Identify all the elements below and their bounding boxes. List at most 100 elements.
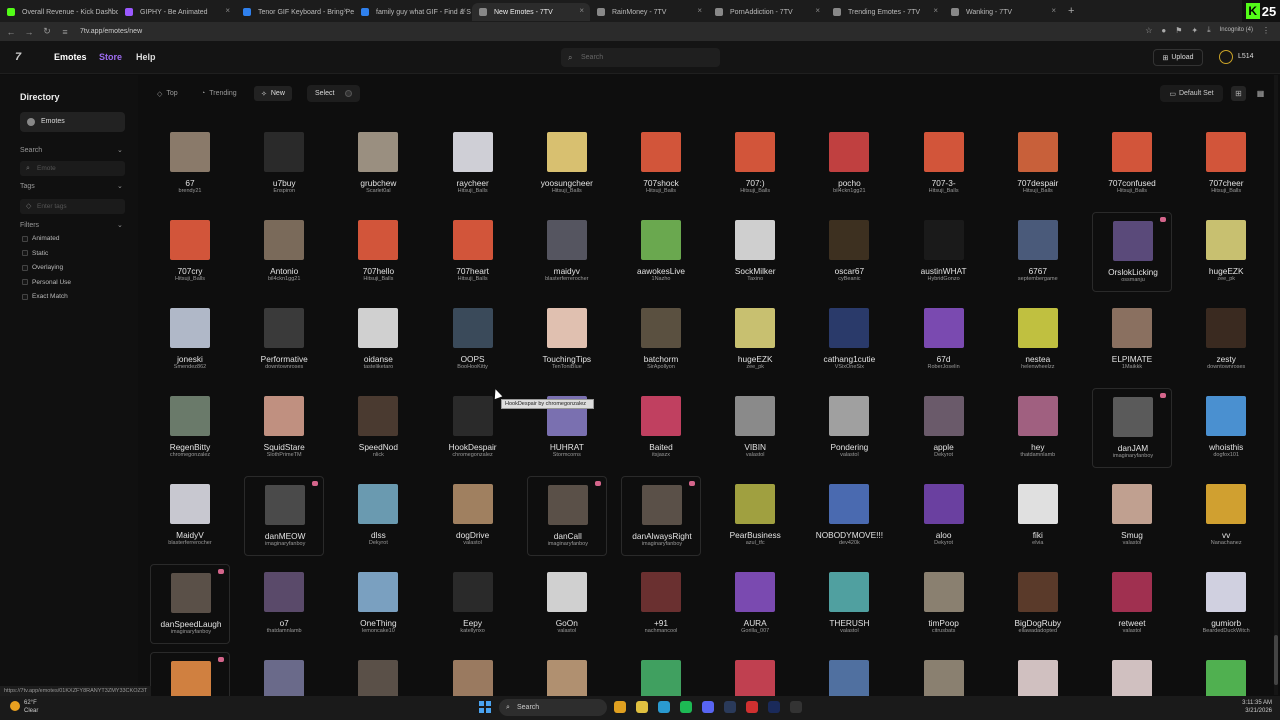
site-info-icon[interactable]: ≡ (58, 27, 72, 37)
emote-author[interactable]: azul_tfc (709, 540, 801, 546)
emote-author[interactable]: Hitsuji_Balls (709, 188, 801, 194)
photoshop-icon[interactable] (768, 701, 780, 713)
steam-icon[interactable] (724, 701, 736, 713)
7tv-logo[interactable]: 7 (15, 51, 21, 63)
nav-emotes[interactable]: Emotes (54, 52, 87, 62)
nav-store[interactable]: Store (99, 52, 122, 62)
browser-tab[interactable]: PornAddiction - 7TV × (708, 3, 826, 21)
sort-new-button[interactable]: ✧ New (254, 86, 292, 101)
browser-tab[interactable]: New Emotes - 7TV × (472, 3, 590, 21)
emote-card[interactable]: VIBIN valastol (715, 388, 795, 468)
emote-author[interactable]: nlick (332, 452, 424, 458)
emote-card[interactable]: Pondering valastol (809, 388, 889, 468)
emote-card[interactable]: danSpeedLaugh imaginaryfanboy (150, 564, 230, 644)
emote-author[interactable]: HybridGonzo (898, 276, 990, 282)
emote-card[interactable]: 707:) Hitsuji_Balls (715, 124, 795, 204)
emote-card[interactable]: 707confused Hitsuji_Balls (1092, 124, 1172, 204)
emote-card[interactable]: OrslokLicking ossmanju (1092, 212, 1172, 292)
emote-card[interactable]: TouchingTips TenToniBlue (527, 300, 607, 380)
emote-author[interactable]: Hitsuji_Balls (521, 188, 613, 194)
emote-author[interactable]: dev420k (803, 540, 895, 546)
emote-card[interactable]: MaidyV blasterferrerocher (150, 476, 230, 556)
emote-card[interactable]: ELPIMATE 1Maikkk (1092, 300, 1172, 380)
emote-card[interactable]: pocho bil4ckn1gg21 (809, 124, 889, 204)
emote-author[interactable]: chromegonzalez (150, 452, 236, 458)
bookmark-star-icon[interactable]: ☆ (1145, 26, 1152, 35)
emote-card[interactable]: Smug valastol (1092, 476, 1172, 556)
emote-card[interactable]: AURA Gorilla_007 (715, 564, 795, 644)
grid-view-button[interactable]: ⊞ (1231, 86, 1246, 101)
emote-card[interactable]: whoisthis dogfox101 (1186, 388, 1266, 468)
back-icon[interactable]: ← (4, 27, 18, 37)
emote-author[interactable]: imaginaryfanboy (1087, 453, 1179, 459)
emote-card[interactable]: hugeEZK zee_pk (715, 300, 795, 380)
emote-card[interactable]: aloo Dekyrot (904, 476, 984, 556)
emote-author[interactable]: RoberJoselin (898, 364, 990, 370)
emote-card[interactable]: Performative downtownroses (244, 300, 324, 380)
emote-author[interactable]: ellawadadopted (992, 628, 1084, 634)
menu-icon[interactable]: ⋮ (1262, 26, 1270, 35)
browser-tab[interactable]: GIPHY - Be Animated × (118, 3, 236, 21)
emote-author[interactable]: blasterferrerocher (150, 540, 236, 546)
taskbar-search[interactable]: ⌕ Search (499, 699, 607, 716)
emote-card[interactable]: 707-3- Hitsuji_Balls (904, 124, 984, 204)
nav-help[interactable]: Help (136, 52, 156, 62)
emote-author[interactable]: tasteliketaro (332, 364, 424, 370)
emote-card[interactable]: gumiorb BeardedDuckWitch (1186, 564, 1266, 644)
emote-card[interactable]: THERUSH valastol (809, 564, 889, 644)
emote-card[interactable]: GoOn valastol (527, 564, 607, 644)
emote-card[interactable]: 67 brendy21 (150, 124, 230, 204)
emote-card[interactable]: raycheer Hitsuji_Balls (433, 124, 513, 204)
emote-card[interactable]: hey thatdamnlamb (998, 388, 1078, 468)
emote-author[interactable]: helenwheelzz (992, 364, 1084, 370)
emote-card[interactable]: 6767 septembergame (998, 212, 1078, 292)
incognito-label[interactable]: Incognito (4) (1220, 27, 1253, 33)
emote-card[interactable] (809, 652, 889, 696)
emote-card[interactable] (433, 652, 513, 696)
emote-author[interactable]: downtownroses (238, 364, 330, 370)
emote-author[interactable]: Enspiron (238, 188, 330, 194)
url-field[interactable]: 7tv.app/emotes/new (80, 28, 142, 35)
emote-card[interactable]: austinWHAT HybridGonzo (904, 212, 984, 292)
emote-card[interactable]: retweet valastol (1092, 564, 1172, 644)
close-tab-icon[interactable]: × (225, 6, 230, 15)
emote-author[interactable]: citrusbats (898, 628, 990, 634)
emote-author[interactable]: nachmancool (615, 628, 707, 634)
emote-author[interactable]: Nanachanez (1180, 540, 1272, 546)
emote-author[interactable]: downtownroses (1180, 364, 1272, 370)
emote-author[interactable]: 1Nazho (615, 276, 707, 282)
emote-author[interactable]: Hitsuji_Balls (150, 276, 236, 282)
user-name[interactable]: L514 (1238, 53, 1254, 60)
emote-author[interactable]: zee_pk (709, 364, 801, 370)
chrome-icon[interactable] (614, 701, 626, 713)
emote-author[interactable]: ossmanju (1087, 277, 1179, 283)
filter-checkbox[interactable]: Exact Match (22, 293, 68, 300)
close-tab-icon[interactable]: × (461, 6, 466, 15)
emote-card[interactable]: RegenBitty chromegonzalez (150, 388, 230, 468)
emote-card[interactable] (1092, 652, 1172, 696)
emote-card[interactable]: Baited itsjaszx (621, 388, 701, 468)
emote-author[interactable]: valastol (521, 628, 613, 634)
browser-tab[interactable]: Tenor GIF Keyboard - Bring Per × (236, 3, 354, 21)
emote-author[interactable]: cyBeanic (803, 276, 895, 282)
close-tab-icon[interactable]: × (933, 6, 938, 15)
emote-author[interactable]: Gorilla_007 (709, 628, 801, 634)
emote-author[interactable]: chromegonzalez (427, 452, 519, 458)
emote-author[interactable]: SirApollyon (615, 364, 707, 370)
emote-author[interactable]: Dekyrot (898, 540, 990, 546)
emote-author[interactable]: valastol (803, 628, 895, 634)
emote-author[interactable]: thatdamnlamb (992, 452, 1084, 458)
filter-checkbox[interactable]: Personal Use (22, 279, 71, 286)
emote-author[interactable]: septembergame (992, 276, 1084, 282)
emote-author[interactable]: Hitsuji_Balls (427, 276, 519, 282)
windows-start-icon[interactable] (479, 701, 491, 713)
emote-card[interactable]: timPoop citrusbats (904, 564, 984, 644)
emote-card[interactable]: u7buy Enspiron (244, 124, 324, 204)
discord-icon[interactable] (702, 701, 714, 713)
sort-top-button[interactable]: ◇ Top (150, 86, 185, 101)
emote-card[interactable]: maidyv blasterferrerocher (527, 212, 607, 292)
user-avatar[interactable] (1219, 50, 1233, 64)
emote-card[interactable]: batchorm SirApollyon (621, 300, 701, 380)
forward-icon[interactable]: → (22, 27, 36, 37)
emote-author[interactable]: zee_pk (1180, 276, 1272, 282)
